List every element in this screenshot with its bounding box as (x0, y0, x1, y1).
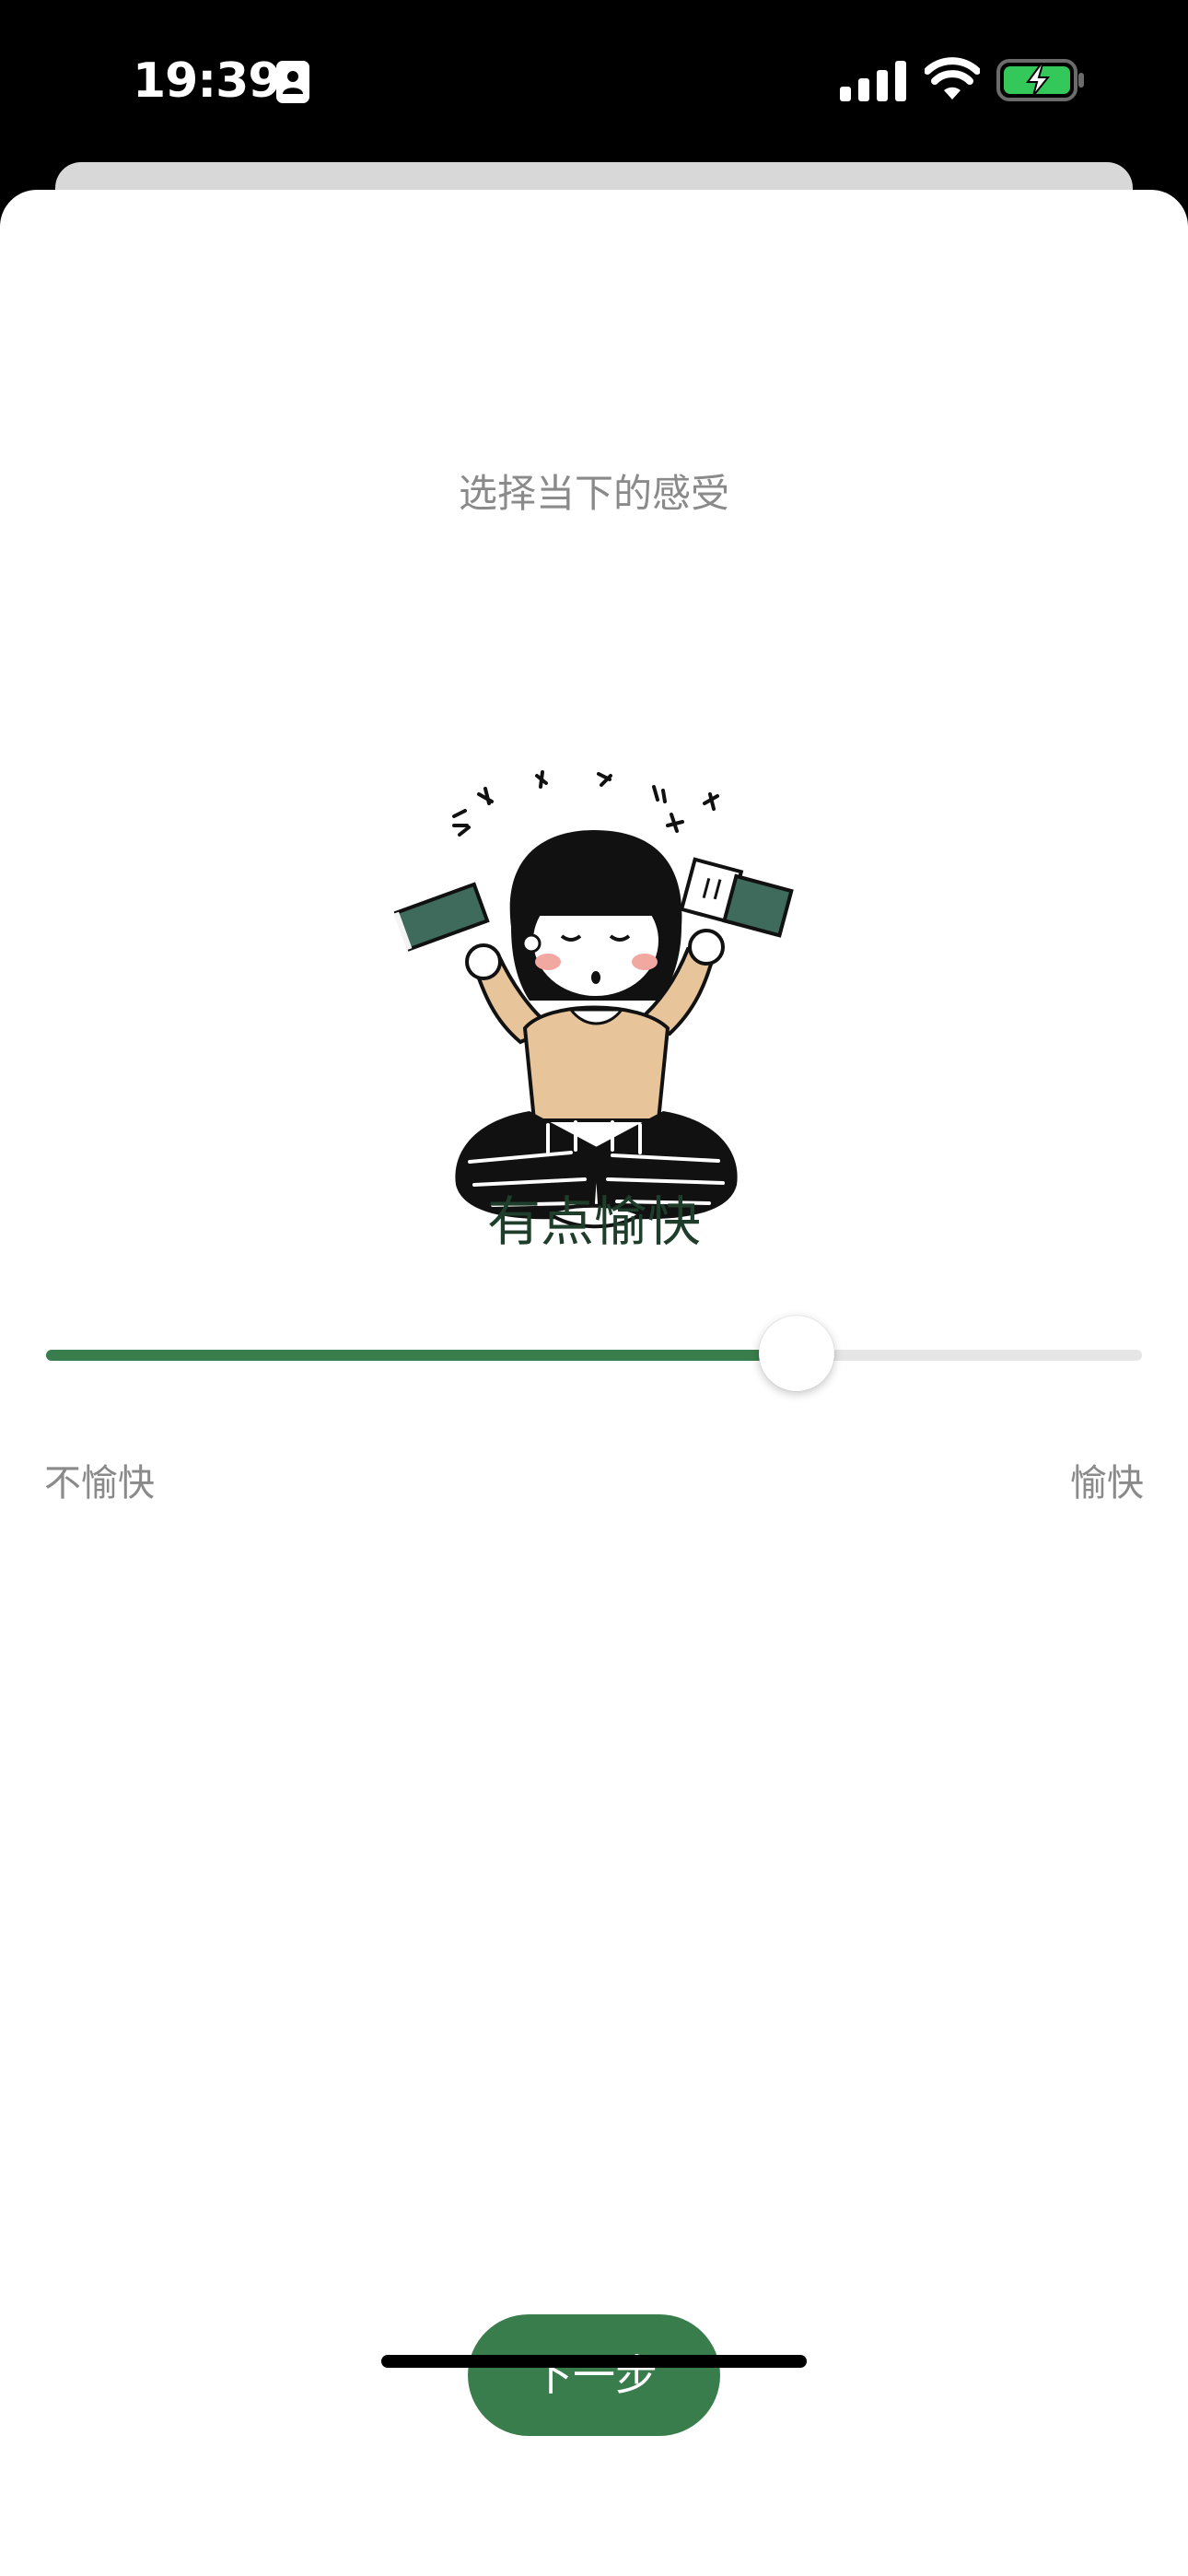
home-indicator (381, 2355, 807, 2368)
slider-fill (46, 1350, 797, 1361)
next-button[interactable]: 下一步 (468, 2314, 720, 2436)
mood-label: 有点愉快 (486, 1190, 701, 1253)
status-bar: 19:39 (0, 0, 1188, 161)
contact-card-icon (276, 61, 309, 103)
mood-slider[interactable] (46, 1309, 1142, 1401)
wifi-icon (925, 57, 980, 100)
status-time: 19:39 (133, 53, 282, 109)
scale-min-label: 不愉快 (44, 1462, 155, 1505)
slider-thumb[interactable] (759, 1316, 834, 1391)
battery-charging-icon (996, 59, 1084, 101)
mood-sheet: 选择当下的感受 有点愉快 不愉快 愉快 下一步 (0, 190, 1188, 2576)
prompt-title: 选择当下的感受 (458, 471, 729, 516)
cellular-signal-icon (840, 61, 906, 101)
scale-max-label: 愉快 (1070, 1462, 1144, 1505)
